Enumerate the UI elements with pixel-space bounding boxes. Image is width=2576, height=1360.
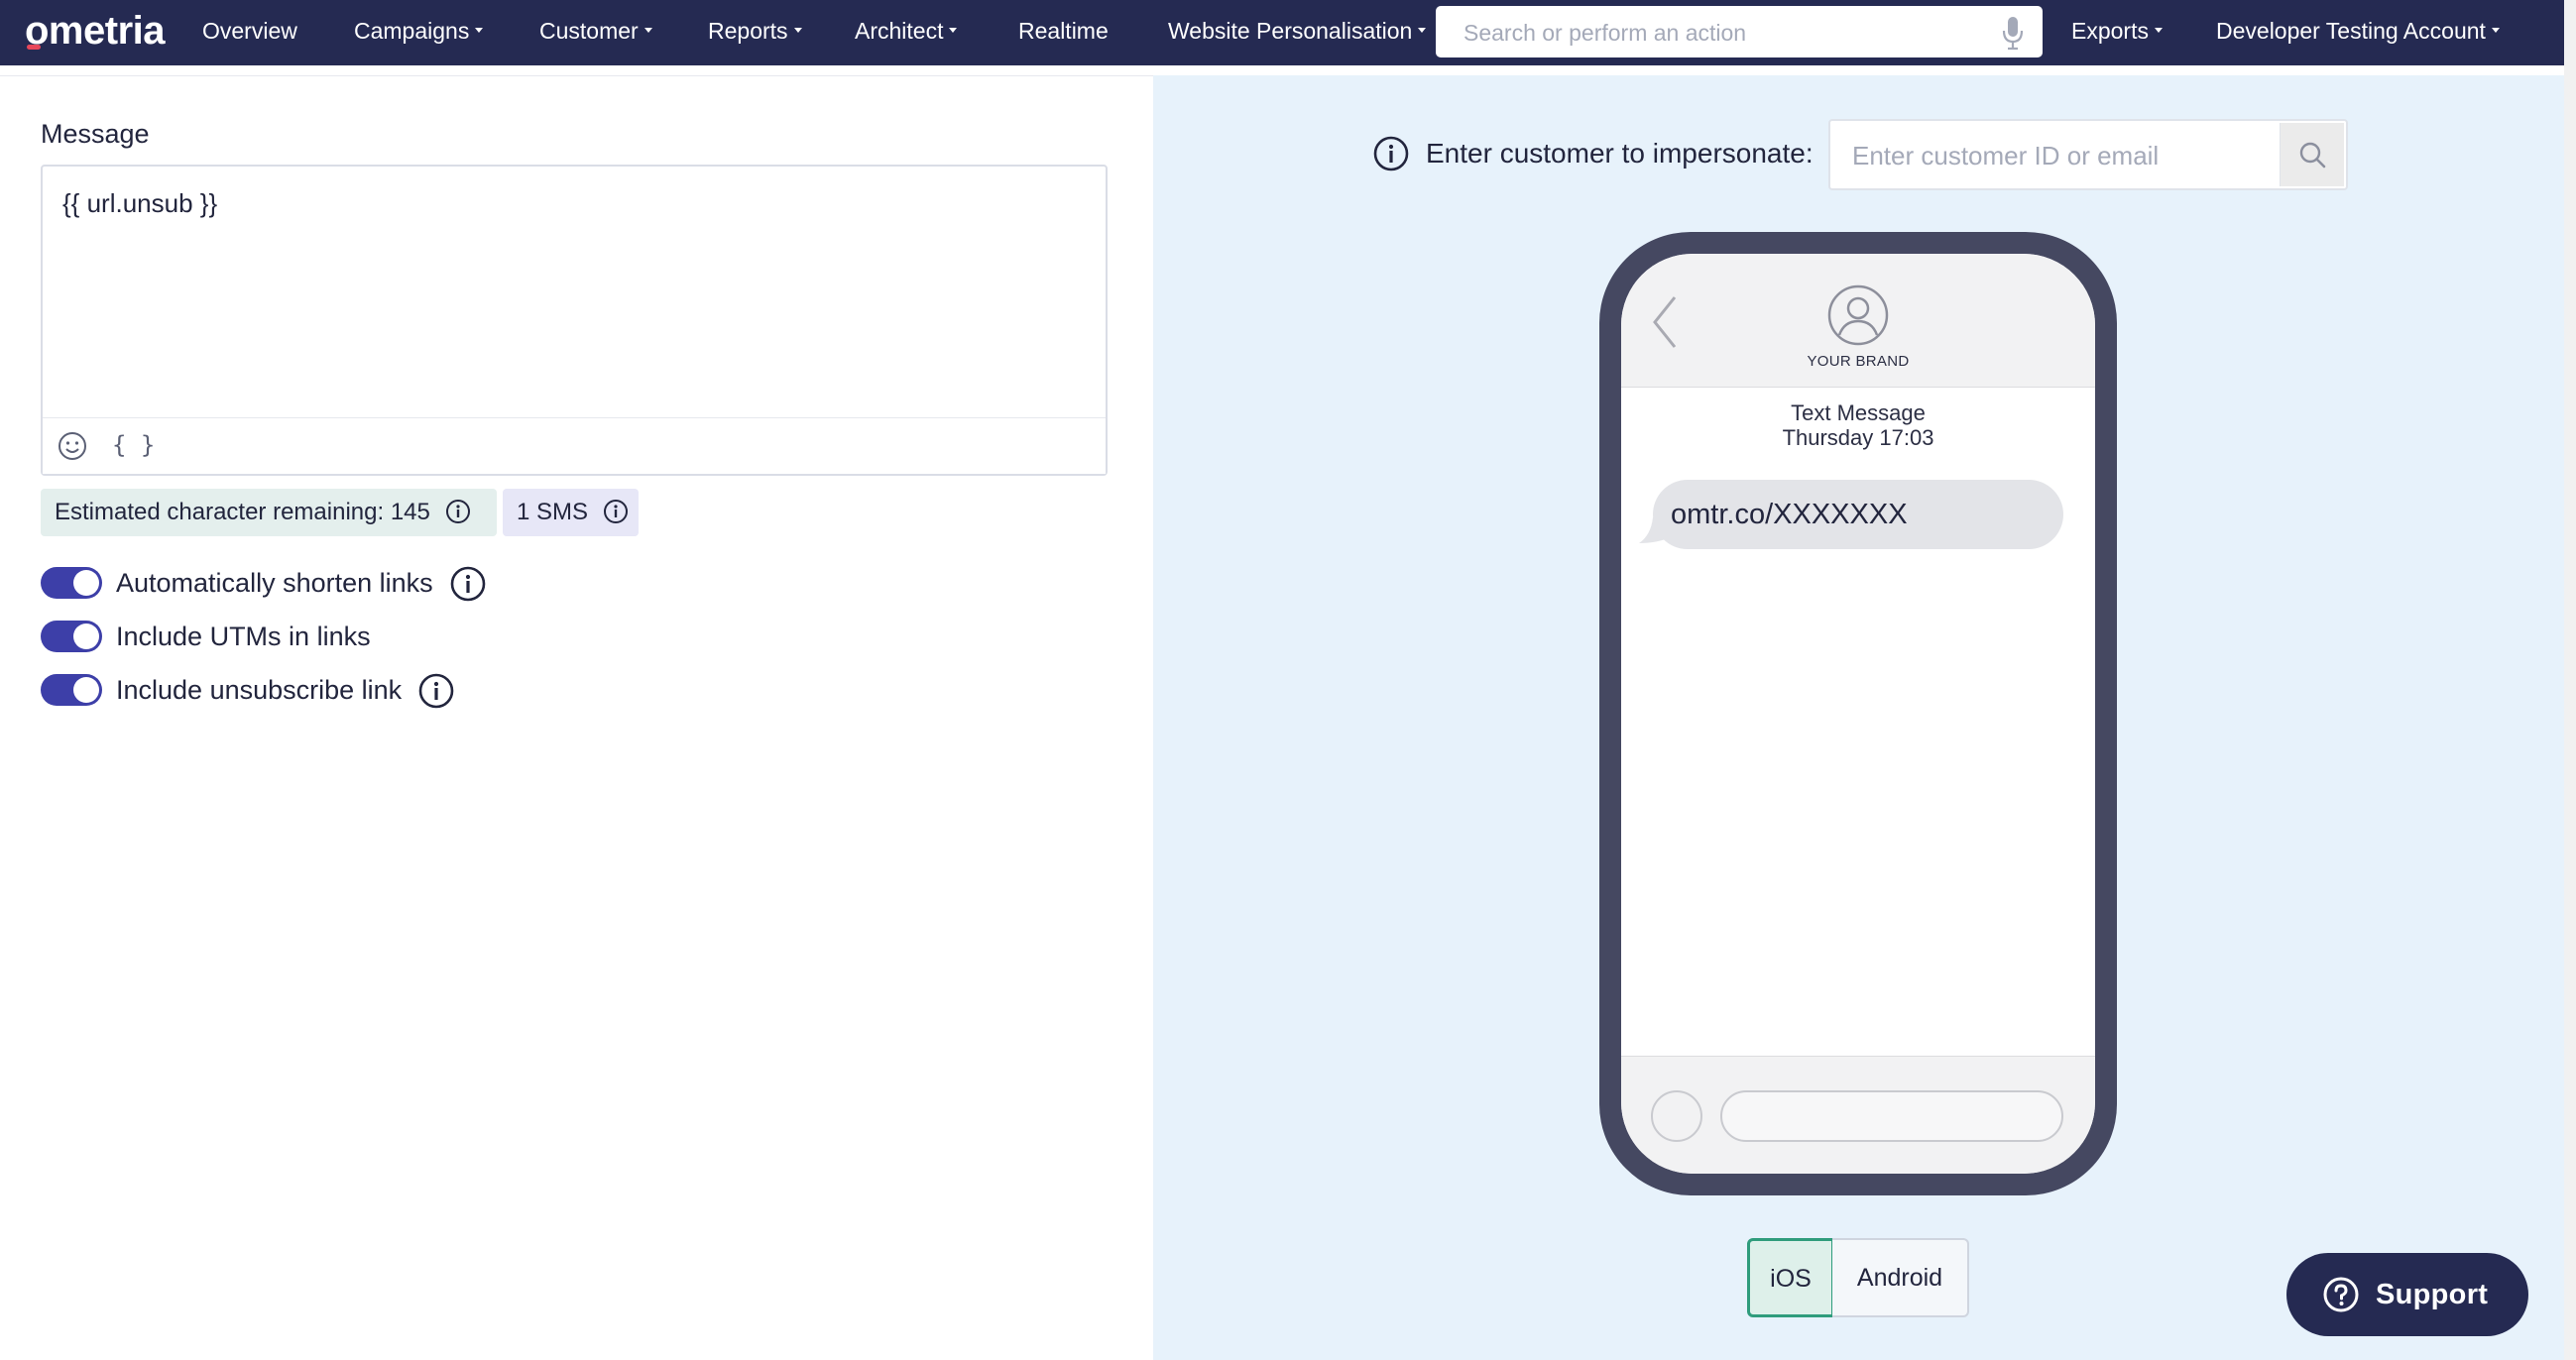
emoji-icon[interactable]: [57, 430, 88, 462]
info-icon[interactable]: [603, 499, 629, 524]
nav-campaigns-label: Campaigns: [354, 18, 470, 44]
include-unsubscribe-label: Include unsubscribe link: [116, 675, 403, 705]
support-label: Support: [2376, 1279, 2489, 1310]
nav-website-personalisation-label: Website Personalisation: [1168, 18, 1413, 44]
avatar-icon: [1827, 284, 1889, 346]
include-unsubscribe-toggle[interactable]: [41, 674, 102, 706]
insert-variable-button[interactable]: { }: [112, 428, 155, 462]
nav-account-label: Developer Testing Account: [2216, 18, 2486, 44]
chars-remaining-badge: Estimated character remaining: 145: [41, 489, 497, 536]
message-timestamp: Thursday 17:03: [1782, 425, 1934, 450]
phone-footer: [1621, 1056, 2095, 1174]
nav-realtime-label: Realtime: [1018, 18, 1109, 44]
reply-field-placeholder: [1720, 1090, 2063, 1142]
platform-ios-button[interactable]: iOS: [1747, 1238, 1834, 1317]
logo-accent: [27, 45, 41, 50]
shorten-links-toggle[interactable]: [41, 567, 102, 599]
sms-count-text: 1 SMS: [517, 499, 589, 525]
help-icon: [2323, 1277, 2359, 1312]
nav-customer[interactable]: Customer: [539, 14, 652, 48]
brand-name: YOUR BRAND: [1807, 353, 1910, 370]
phone-screen: YOUR BRAND Text Message Thursday 17:03 o…: [1621, 254, 2095, 1174]
camera-placeholder: [1651, 1090, 1702, 1142]
shorten-links-label: Automatically shorten links: [116, 568, 433, 598]
message-textarea[interactable]: {{ url.unsub }}: [62, 184, 1084, 412]
caret-down-icon: [949, 28, 958, 34]
impersonate-search-button[interactable]: [2280, 123, 2344, 186]
include-utms-toggle[interactable]: [41, 621, 102, 652]
support-button[interactable]: Support: [2286, 1253, 2528, 1336]
info-icon[interactable]: [449, 565, 487, 603]
caret-down-icon: [2154, 28, 2163, 34]
nav-realtime[interactable]: Realtime: [1018, 14, 1109, 48]
nav-exports[interactable]: Exports: [2071, 14, 2163, 48]
caret-down-icon: [475, 28, 484, 34]
nav-website-personalisation[interactable]: Website Personalisation: [1168, 14, 1427, 48]
nav-reports-label: Reports: [708, 18, 788, 44]
nav-campaigns[interactable]: Campaigns: [354, 14, 484, 48]
caret-down-icon: [2491, 28, 2500, 34]
platform-android-button[interactable]: Android: [1832, 1238, 1969, 1317]
caret-down-icon: [644, 28, 652, 34]
microphone-icon[interactable]: [2001, 15, 2025, 51]
nav-account-menu[interactable]: Developer Testing Account: [2216, 14, 2500, 48]
global-search: [1436, 6, 2043, 57]
impersonate-label: Enter customer to impersonate:: [1426, 138, 1814, 169]
message-bubble: omtr.co/XXXXXXX: [1653, 480, 2063, 549]
message-type: Text Message: [1791, 400, 1926, 425]
sms-count-badge: 1 SMS: [503, 489, 639, 536]
message-editor: {{ url.unsub }} { }: [41, 165, 1108, 476]
message-meta: Text Message Thursday 17:03: [1621, 400, 2095, 450]
top-navbar: ometria Overview Campaigns Customer Repo…: [0, 0, 2564, 65]
search-icon: [2299, 142, 2326, 169]
nav-customer-label: Customer: [539, 18, 639, 44]
back-chevron-icon: [1653, 296, 1677, 348]
toggle-knob: [73, 677, 99, 703]
include-utms-label: Include UTMs in links: [116, 622, 371, 651]
editor-toolbar: { }: [43, 417, 1106, 474]
divider: [0, 75, 1153, 76]
nav-architect[interactable]: Architect: [855, 14, 958, 48]
nav-exports-label: Exports: [2071, 18, 2149, 44]
phone-header: YOUR BRAND: [1621, 254, 2095, 388]
page-scrollbar[interactable]: [2564, 0, 2576, 1360]
message-label: Message: [41, 119, 150, 149]
nav-overview-label: Overview: [202, 18, 297, 44]
nav-overview[interactable]: Overview: [202, 14, 297, 48]
nav-architect-label: Architect: [855, 18, 944, 44]
phone-preview: YOUR BRAND Text Message Thursday 17:03 o…: [1599, 232, 2117, 1195]
info-icon[interactable]: [445, 499, 471, 524]
nav-reports[interactable]: Reports: [708, 14, 802, 48]
ometria-logo[interactable]: ometria: [25, 8, 166, 54]
toggle-knob: [73, 623, 99, 649]
caret-down-icon: [1418, 28, 1427, 34]
impersonate-input[interactable]: [1850, 137, 2271, 174]
impersonate-field: [1828, 119, 2348, 190]
caret-down-icon: [793, 28, 802, 34]
info-icon[interactable]: [1372, 135, 1410, 172]
toggle-knob: [73, 570, 99, 596]
global-search-input[interactable]: [1462, 14, 1981, 52]
info-icon[interactable]: [417, 672, 455, 710]
chars-remaining-text: Estimated character remaining: 145: [55, 499, 430, 525]
